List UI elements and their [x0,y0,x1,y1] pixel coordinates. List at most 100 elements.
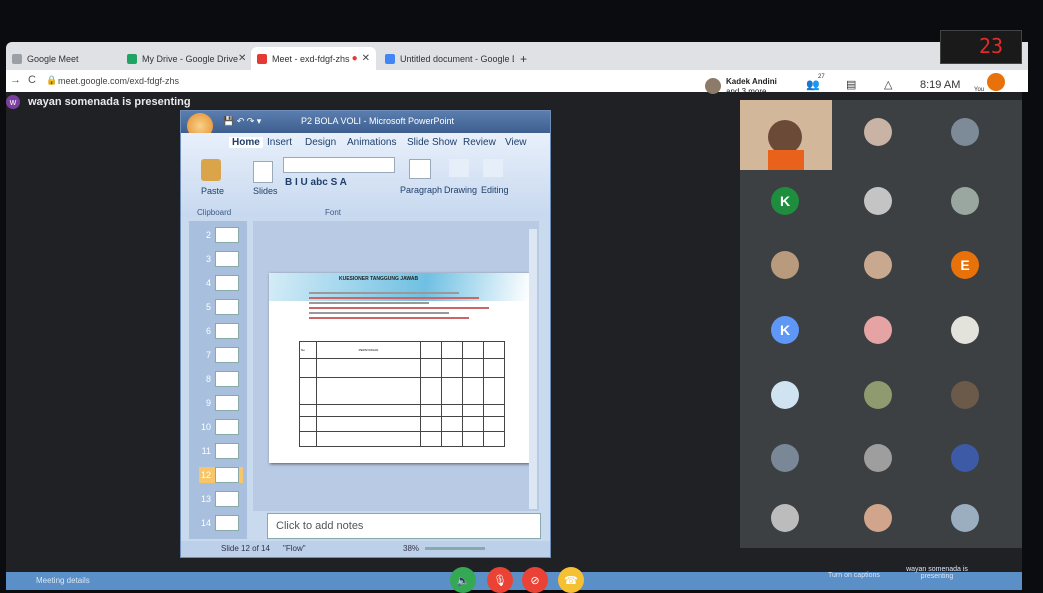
tab-slide-show[interactable]: Slide Show [407,137,457,148]
participant-avatar[interactable] [864,444,892,472]
slide-preview [215,227,239,243]
participant-preview-name: Kadek Andini [726,77,777,86]
slide-title: KUESIONER TANGGUNG JAWAB [339,276,419,282]
slide-thumbnail[interactable]: 7 [199,347,243,363]
theme-name: "Flow" [283,544,306,553]
participant-avatar[interactable] [864,504,892,532]
tab-insert[interactable]: Insert [267,137,292,148]
slide-thumbnail[interactable]: 10 [199,419,243,435]
chat-icon[interactable]: ▤ [846,78,856,91]
tab-animations[interactable]: Animations [347,137,396,148]
slide-scrollbar[interactable] [529,229,537,509]
close-icon[interactable]: ✕ [238,53,246,64]
slide-thumbnail[interactable]: 2 [199,227,243,243]
plus-icon: + [520,51,528,66]
tab-design[interactable]: Design [305,137,336,148]
forward-icon[interactable]: → [10,74,21,86]
slide-thumbnail[interactable]: 6 [199,323,243,339]
slide-preview [215,467,239,483]
tab-google-drive[interactable]: My Drive - Google Drive ✕ [121,47,251,70]
tab-view[interactable]: View [505,137,527,148]
font-name-dropdown[interactable] [283,157,395,173]
participant-avatar[interactable] [951,504,979,532]
slides-label[interactable]: Slides [253,186,278,196]
quick-access-icon[interactable]: 💾 ↶ ↷ ▾ [223,116,261,127]
meet-favicon-icon [257,53,267,64]
participant-avatar[interactable] [951,444,979,472]
activities-icon[interactable]: △ [884,78,892,91]
slide-thumbnail[interactable]: 14 [199,515,243,531]
slide-thumbnail[interactable]: 4 [199,275,243,291]
tab-home[interactable]: Home [229,137,263,148]
clock-digits: 23 [979,34,1004,58]
browser-tab-strip: Google Meet ✕ My Drive - Google Drive ✕ … [6,42,1028,70]
slide-preview [215,515,239,531]
participant-initial-avatar[interactable]: K [771,316,799,344]
paste-label[interactable]: Paste [201,186,224,196]
slide-thumbnail[interactable]: 8 [199,371,243,387]
notes-pane[interactable]: Click to add notes [267,513,541,539]
presenting-button[interactable]: wayan somenada is presenting [906,566,968,580]
participant-avatar[interactable] [864,381,892,409]
mic-button[interactable]: 🎙 [487,567,513,593]
avatar[interactable] [987,73,1005,91]
current-slide[interactable]: KUESIONER TANGGUNG JAWAB No PERNYATAAN [269,273,529,463]
new-tab-button[interactable]: + [514,47,534,70]
drawing-button[interactable]: Drawing [444,185,477,195]
participant-avatar[interactable] [771,381,799,409]
align-icon[interactable] [409,159,431,179]
tab-label: Untitled document - Google Doc [400,53,514,64]
zoom-level: 38% [403,544,420,553]
participant-avatar[interactable] [771,251,799,279]
participant-avatar[interactable] [951,381,979,409]
recording-dot-icon: ● [351,53,358,64]
participant-avatar[interactable] [771,504,799,532]
tab-google-doc[interactable]: Untitled document - Google Doc ✕ [379,47,514,70]
participant-avatar[interactable] [864,316,892,344]
meeting-details-link[interactable]: Meeting details [36,576,90,585]
new-slide-icon[interactable] [253,161,273,183]
camera-button[interactable]: ⊘ [522,567,548,593]
slide-number: 13 [200,494,211,504]
tab-meet-active[interactable]: Meet - exd-fdgf-zhs ● ✕ [251,47,376,70]
paragraph-button[interactable]: Paragraph [400,185,442,195]
slide-thumbnail[interactable]: 12 [199,467,243,483]
reload-icon[interactable]: C [28,74,36,86]
editing-button[interactable]: Editing [481,185,509,195]
slide-number: 14 [200,518,211,528]
participant-count: 27 [818,74,825,80]
participant-avatar[interactable] [771,444,799,472]
table-row [299,416,505,432]
leave-call-button[interactable]: ☎ [558,567,584,593]
participant-avatar[interactable] [951,187,979,215]
slide-number: 11 [201,446,211,456]
find-icon[interactable] [483,159,503,177]
font-format-buttons[interactable]: B I U abc S A [285,177,347,188]
participant-initial-avatar[interactable]: K [771,187,799,215]
participant-avatar[interactable] [951,118,979,146]
speaker-icon: 🔈 [456,574,470,587]
tab-review[interactable]: Review [463,137,496,148]
slide-thumbnail[interactable]: 5 [199,299,243,315]
participant-avatar[interactable] [864,118,892,146]
avatar [705,78,721,94]
slide-instructions [309,289,499,339]
slide-thumbnail[interactable]: 13 [199,491,243,507]
paste-icon[interactable] [201,159,221,181]
drive-favicon-icon [127,53,137,64]
participant-avatar[interactable] [864,187,892,215]
participant-initial-avatar[interactable]: E [951,251,979,279]
participant-avatar[interactable] [864,251,892,279]
slide-thumbnail[interactable]: 11 [199,443,243,459]
slide-thumbnail[interactable]: 9 [199,395,243,411]
font-group-label: Font [325,208,342,217]
shapes-icon[interactable] [449,159,469,177]
slides-pane[interactable]: 2 3 4 5 6 7 8 9 10 11 12 13 14 [189,221,247,539]
audio-button[interactable]: 🔈 [450,567,476,593]
participant-avatar[interactable] [951,316,979,344]
zoom-slider[interactable] [425,547,485,550]
captions-button[interactable]: Turn on captions [828,572,880,579]
url-text[interactable]: meet.google.com/exd-fdgf-zhs [58,76,179,86]
close-icon[interactable]: ✕ [362,53,370,64]
slide-thumbnail[interactable]: 3 [199,251,243,267]
